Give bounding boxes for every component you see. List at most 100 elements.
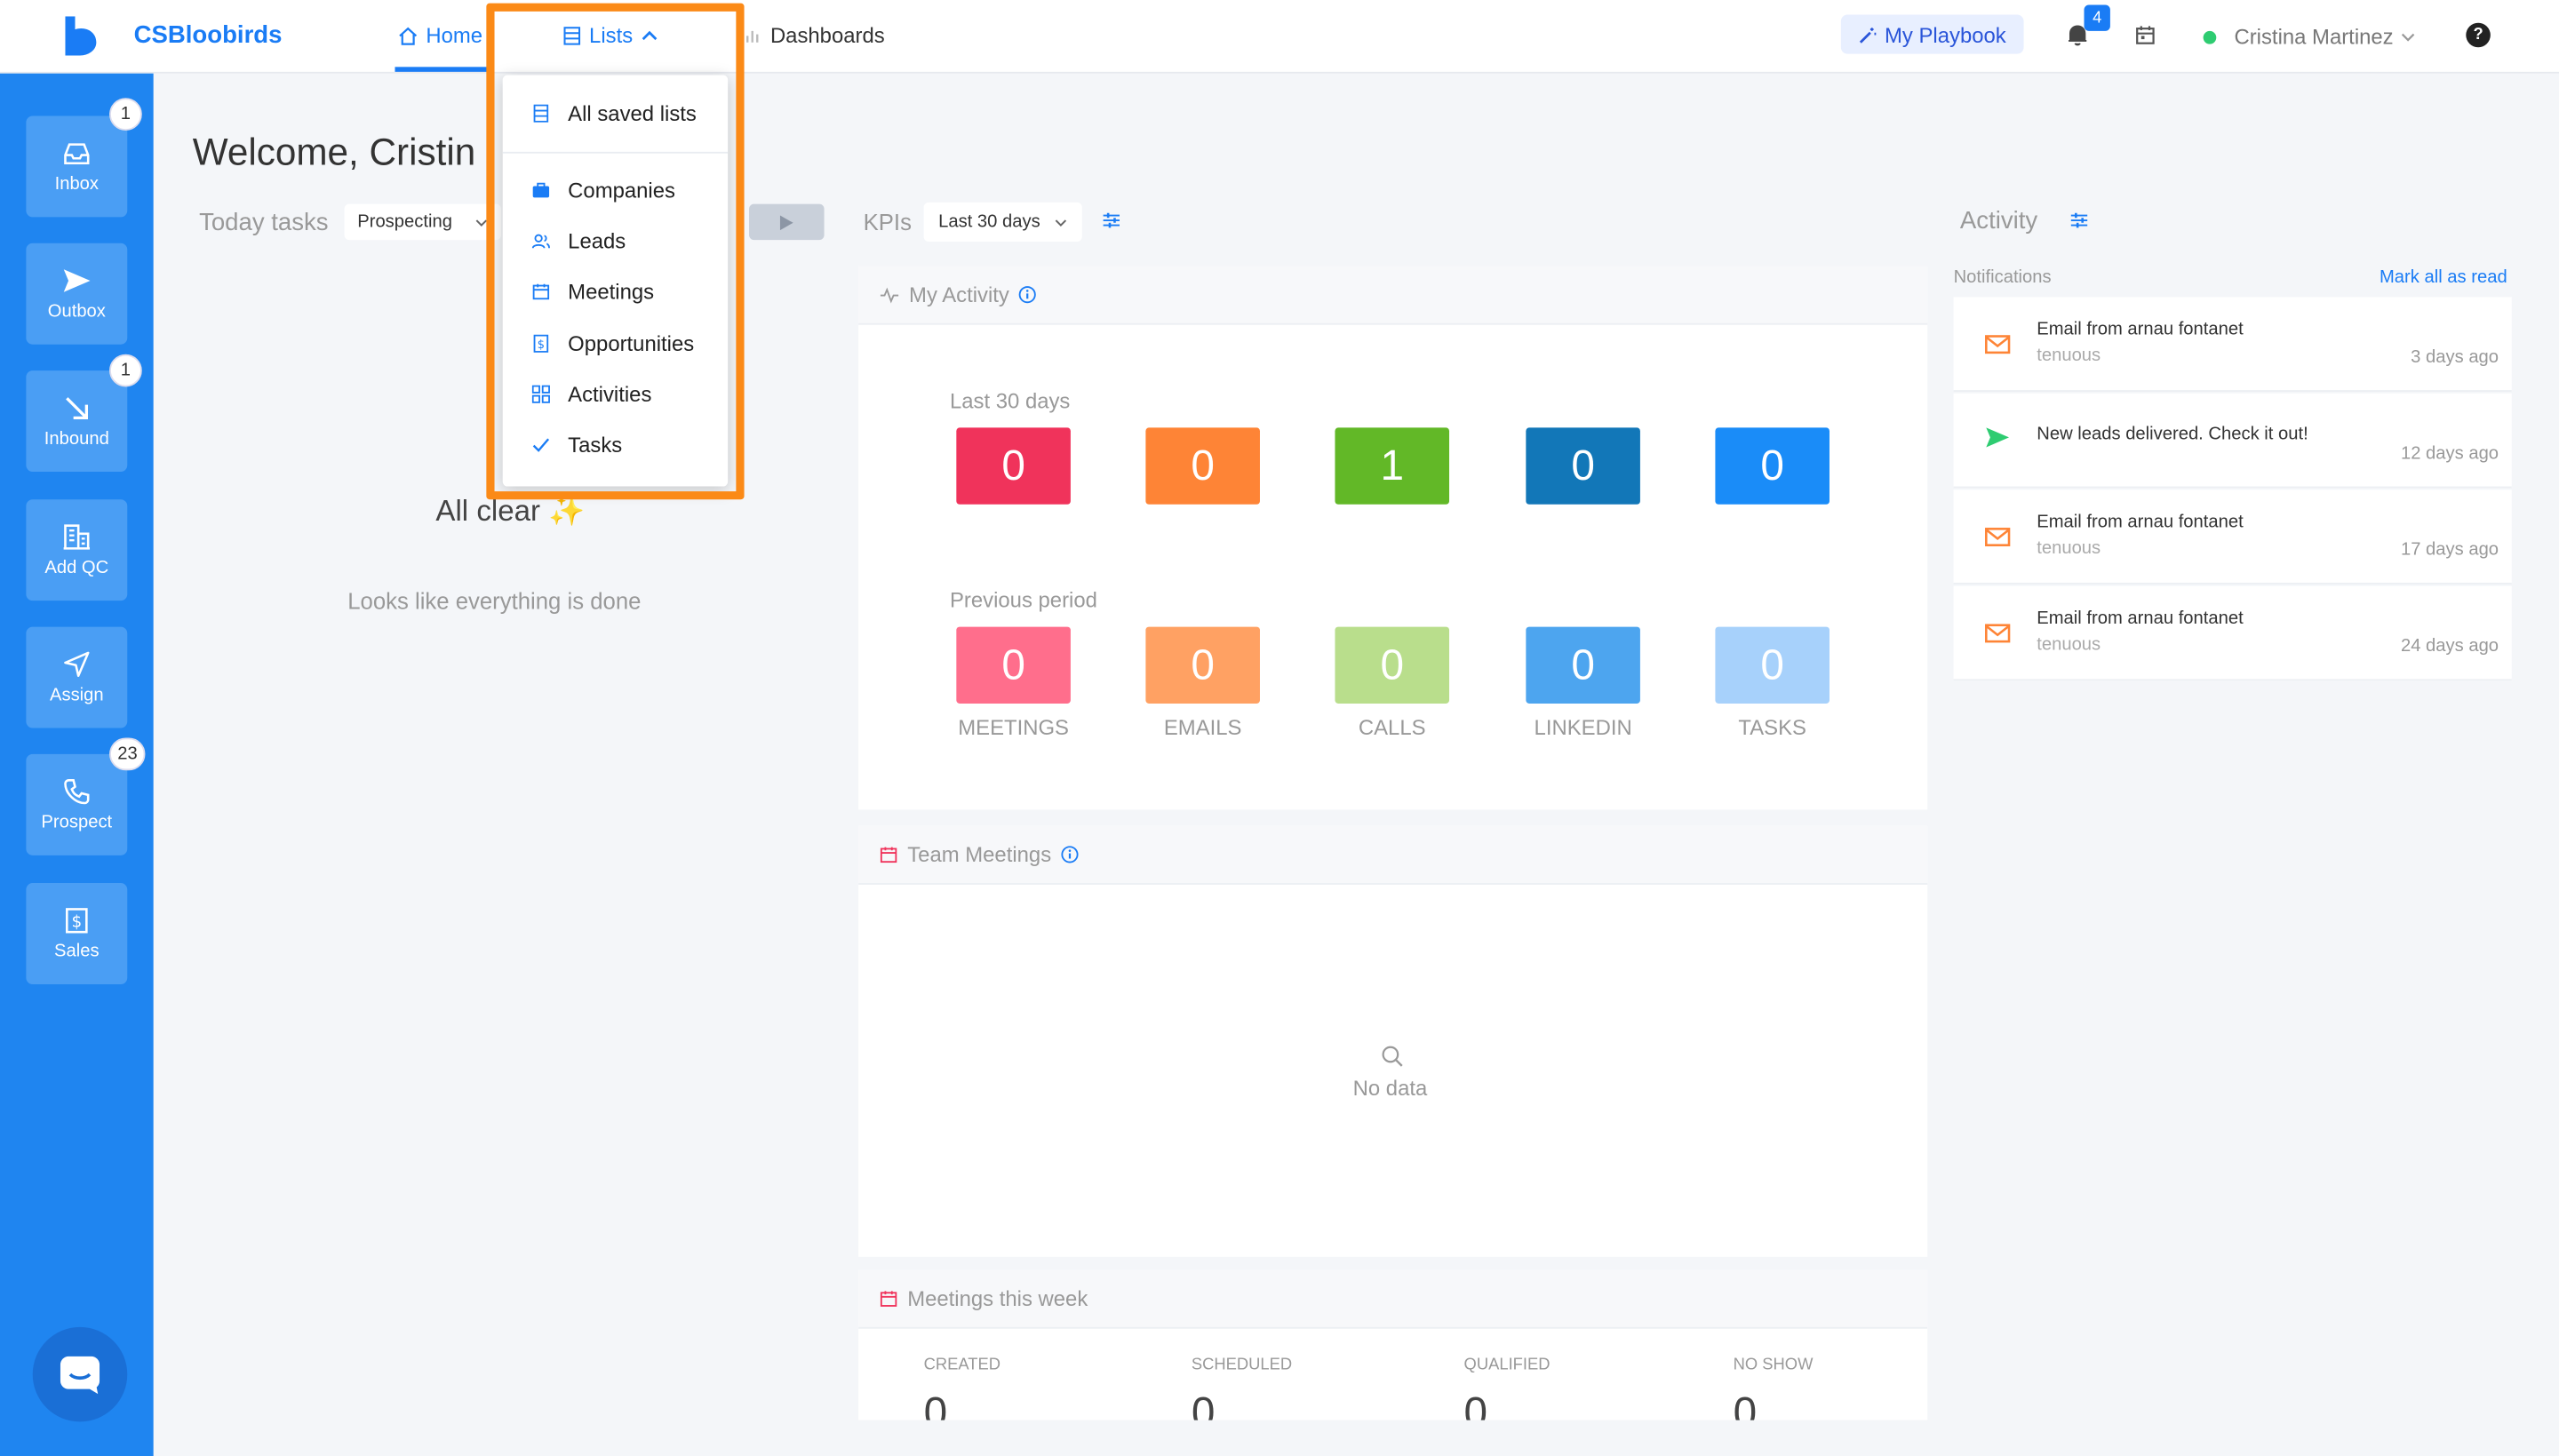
prospect-count-badge: 23 [109, 737, 146, 771]
sidebar-item-inbound[interactable]: Inbound [26, 370, 128, 473]
sidebar-item-label: Inbox [54, 174, 100, 195]
activity-title: Activity [1959, 207, 2038, 235]
task-filter-value: Prospecting [357, 211, 452, 232]
notification-item[interactable]: Email from arnau fontanet tenuous 17 day… [1953, 489, 2512, 585]
list-icon [563, 26, 581, 44]
notifications-label: Notifications [1953, 267, 2052, 288]
my-activity-header: My Activity [858, 266, 1928, 325]
menu-item-companies[interactable]: Companies [532, 178, 675, 203]
kpi-range-select[interactable]: Last 30 days [923, 202, 1082, 242]
calendar-icon [532, 283, 550, 300]
help-icon[interactable]: ? [2466, 22, 2491, 48]
current-period-label: Last 30 days [949, 388, 1071, 413]
today-tasks-label: Today tasks [199, 209, 329, 237]
info-icon[interactable] [1061, 846, 1079, 863]
notification-item[interactable]: Email from arnau fontanet tenuous 3 days… [1953, 297, 2512, 392]
kpi-range-value: Last 30 days [938, 211, 1040, 232]
chat-launcher-button[interactable] [32, 1326, 128, 1422]
menu-item-label: Meetings [568, 279, 655, 304]
meetings-week-stats: CREATED SCHEDULED QUALIFIED NO SHOW 0 0 … [858, 1270, 1927, 1420]
task-filter-select[interactable]: Prospecting [344, 203, 501, 241]
svg-text:$: $ [71, 913, 82, 932]
calendar-icon[interactable] [2134, 25, 2156, 46]
sidebar-item-sales[interactable]: $ Sales [26, 883, 128, 984]
home-icon [399, 26, 418, 44]
nav-lists[interactable]: Lists [563, 23, 658, 47]
my-playbook-button[interactable]: My Playbook [1840, 14, 2024, 54]
kpi-previous-meetings: 0 [956, 626, 1071, 704]
menu-item-all-saved-lists[interactable]: All saved lists [532, 101, 697, 125]
team-meetings-card: Team Meetings [858, 825, 1928, 1257]
sidebar-item-inbox[interactable]: Inbox [26, 115, 128, 218]
chat-icon [60, 1356, 100, 1395]
menu-item-label: Tasks [568, 432, 623, 457]
sidebar-item-assign[interactable]: Assign [26, 626, 128, 728]
mark-all-read-link[interactable]: Mark all as read [2380, 267, 2507, 287]
search-icon [1382, 1046, 1403, 1067]
sidebar-item-outbox[interactable]: Outbox [26, 243, 128, 345]
grid-icon [531, 385, 550, 403]
top-bar: CSBloobirds Home Lists Dashboards My Pla… [0, 0, 2559, 74]
list-icon [533, 104, 549, 123]
kpi-previous-tasks: 0 [1715, 626, 1830, 704]
menu-item-leads[interactable]: Leads [531, 228, 626, 253]
kpi-previous-calls: 0 [1335, 626, 1450, 704]
send-icon [63, 269, 91, 292]
notification-time: 12 days ago [2400, 443, 2499, 464]
bloobirds-logo-icon[interactable] [62, 16, 98, 56]
all-clear-text: All clear [435, 494, 541, 528]
chevron-down-icon [475, 219, 488, 227]
user-menu[interactable]: Cristina Martinez [2234, 24, 2414, 50]
chevron-down-icon [2401, 32, 2414, 41]
kpi-previous-linkedin: 0 [1526, 626, 1640, 704]
notification-item[interactable]: Email from arnau fontanet tenuous 24 day… [1953, 585, 2512, 681]
all-done-message: Looks like everything is done [347, 587, 642, 614]
sidebar-item-label: Inbound [44, 429, 109, 450]
navigation-icon [64, 651, 90, 677]
nav-home[interactable]: Home [398, 23, 482, 47]
week-value-created: 0 [923, 1387, 948, 1420]
nav-dashboards[interactable]: Dashboards [745, 23, 885, 47]
sidebar-item-label: Outbox [47, 301, 106, 322]
sidebar-item-label: Sales [54, 942, 100, 962]
brand-name[interactable]: CSBloobirds [134, 21, 283, 49]
mail-icon [1985, 335, 2011, 354]
inbox-count-badge: 1 [109, 98, 142, 131]
notification-time: 17 days ago [2400, 540, 2499, 561]
menu-item-opportunities[interactable]: $ Opportunities [532, 331, 694, 356]
week-col-qualified: QUALIFIED [1463, 1356, 1551, 1375]
sidebar-item-add-qc[interactable]: Add QC [26, 499, 128, 601]
chevron-down-icon [1055, 219, 1067, 227]
notification-item[interactable]: New leads delivered. Check it out! 12 da… [1953, 393, 2512, 489]
play-icon [779, 214, 793, 230]
arrow-down-right-icon [66, 397, 89, 420]
menu-item-meetings[interactable]: Meetings [532, 279, 654, 304]
previous-period-label: Previous period [949, 587, 1097, 613]
inbound-count-badge: 1 [109, 354, 142, 387]
calendar-icon [880, 847, 897, 863]
notification-time: 3 days ago [2411, 347, 2499, 368]
notification-subtitle: tenuous [2037, 346, 2101, 366]
kpi-caption-calls: CALLS [1358, 714, 1426, 740]
notification-subtitle: tenuous [2037, 538, 2101, 559]
menu-item-tasks[interactable]: Tasks [532, 433, 622, 457]
info-icon[interactable] [1019, 286, 1037, 304]
notification-count-badge: 4 [2084, 4, 2110, 31]
menu-item-activities[interactable]: Activities [531, 382, 651, 407]
app-root: CSBloobirds Home Lists Dashboards My Pla… [0, 0, 2559, 1456]
menu-item-label: Opportunities [568, 331, 695, 356]
kpi-caption-tasks: TASKS [1738, 714, 1806, 740]
kpi-current-meetings: 0 [956, 427, 1071, 505]
all-clear-heading: All clear ✨ [435, 495, 585, 529]
start-tasks-button[interactable] [749, 203, 825, 241]
sliders-icon[interactable] [1102, 211, 1121, 230]
kpi-current-tasks: 0 [1715, 427, 1830, 505]
user-name-label: Cristina Martinez [2234, 24, 2394, 50]
kpi-caption-linkedin: LINKEDIN [1534, 714, 1632, 740]
mail-icon [1985, 624, 2011, 643]
kpi-caption-emails: EMAILS [1163, 714, 1242, 740]
menu-divider [502, 151, 729, 154]
sliders-icon[interactable] [2069, 211, 2089, 230]
online-status-dot [2203, 30, 2217, 44]
sidebar-item-prospect[interactable]: Prospect [26, 753, 128, 855]
